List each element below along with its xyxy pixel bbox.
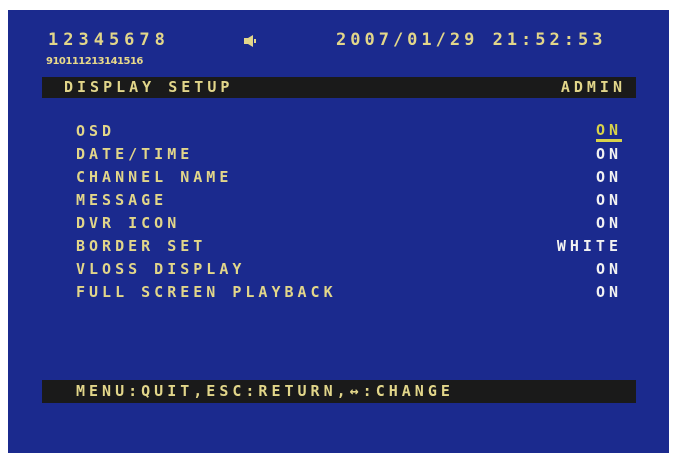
menu-item-date-time[interactable]: DATE/TIME ON: [42, 145, 636, 168]
menu-item-value[interactable]: ON: [595, 122, 622, 142]
menu-item-value[interactable]: ON: [596, 260, 622, 278]
menu-item-label: CHANNEL NAME: [76, 168, 233, 186]
menu-item-value[interactable]: ON: [596, 145, 622, 163]
date-time-display: 2007/01/29 21:52:53: [336, 30, 607, 50]
help-text: MENU:QUIT,ESC:RETURN,↔:CHANGE: [76, 382, 454, 400]
menu-item-channel-name[interactable]: CHANNEL NAME ON: [42, 168, 636, 191]
menu-item-border-set[interactable]: BORDER SET WHITE: [42, 237, 636, 260]
menu-item-value[interactable]: ON: [596, 168, 622, 186]
menu-item-dvr-icon[interactable]: DVR ICON ON: [42, 214, 636, 237]
menu-item-label: DVR ICON: [76, 214, 181, 232]
menu-item-label: BORDER SET: [76, 237, 207, 255]
menu-item-full-screen-playback[interactable]: FULL SCREEN PLAYBACK ON: [42, 283, 636, 306]
help-bar: MENU:QUIT,ESC:RETURN,↔:CHANGE: [42, 380, 636, 403]
channel-indicators-top: 12345678: [48, 30, 170, 50]
menu-item-label: VLOSS DISPLAY: [76, 260, 246, 278]
menu-item-osd[interactable]: OSD ON: [42, 122, 636, 145]
menu-item-value[interactable]: WHITE: [557, 237, 622, 255]
user-label: ADMIN: [560, 78, 626, 96]
menu-item-label: DATE/TIME: [76, 145, 194, 163]
status-row: 12345678 2007/01/29 21:52:53: [48, 30, 628, 52]
menu-item-vloss-display[interactable]: VLOSS DISPLAY ON: [42, 260, 636, 283]
channel-indicators-sub: 910111213141516: [46, 56, 143, 67]
menu-item-value[interactable]: ON: [596, 283, 622, 301]
settings-list: OSD ON DATE/TIME ON CHANNEL NAME ON MESS…: [42, 122, 636, 306]
menu-item-value[interactable]: ON: [596, 191, 622, 209]
dvr-screen: 12345678 2007/01/29 21:52:53 91011121314…: [8, 10, 669, 453]
menu-item-value[interactable]: ON: [596, 214, 622, 232]
page-title: DISPLAY SETUP: [64, 78, 234, 96]
menu-item-label: OSD: [76, 122, 116, 140]
menu-item-message[interactable]: MESSAGE ON: [42, 191, 636, 214]
menu-header: DISPLAY SETUP ADMIN: [42, 77, 636, 98]
menu-item-label: FULL SCREEN PLAYBACK: [76, 283, 337, 301]
speaker-icon: [243, 33, 257, 47]
menu-item-label: MESSAGE: [76, 191, 168, 209]
